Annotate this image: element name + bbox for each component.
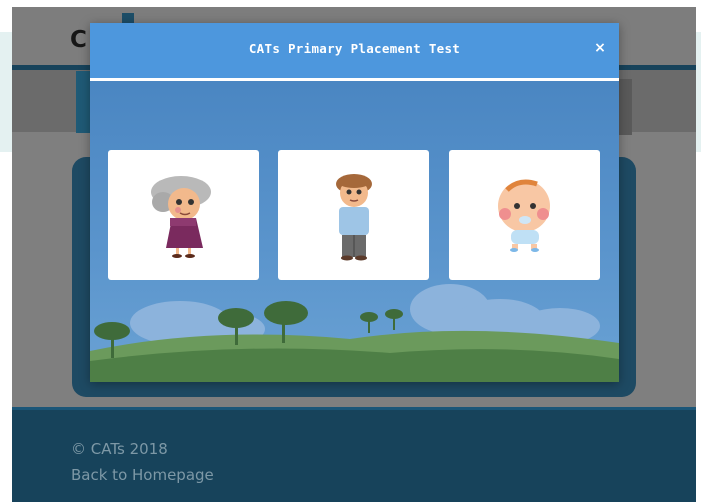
site-brand: C (70, 27, 88, 53)
man-icon (336, 174, 372, 261)
close-button[interactable]: × (593, 39, 607, 57)
baby-icon (498, 179, 550, 252)
placement-test-modal: CATs Primary Placement Test × (90, 23, 619, 382)
page: C © CATs 2018 Back to Homepage CATs Prim… (0, 0, 701, 502)
back-to-homepage-link[interactable]: Back to Homepage (71, 466, 214, 484)
option-grandmother[interactable] (108, 150, 259, 280)
option-man[interactable] (278, 150, 429, 280)
landscape-illustration (90, 284, 619, 382)
header-nav-button (76, 71, 90, 133)
grandmother-icon (151, 176, 211, 258)
page-margin-right (696, 32, 701, 152)
header-right-block (618, 79, 632, 135)
page-margin-left (0, 32, 12, 152)
footer-copyright: © CATs 2018 (71, 440, 168, 458)
option-baby[interactable] (449, 150, 600, 280)
modal-header: CATs Primary Placement Test × (90, 23, 619, 78)
modal-title: CATs Primary Placement Test (248, 41, 461, 56)
